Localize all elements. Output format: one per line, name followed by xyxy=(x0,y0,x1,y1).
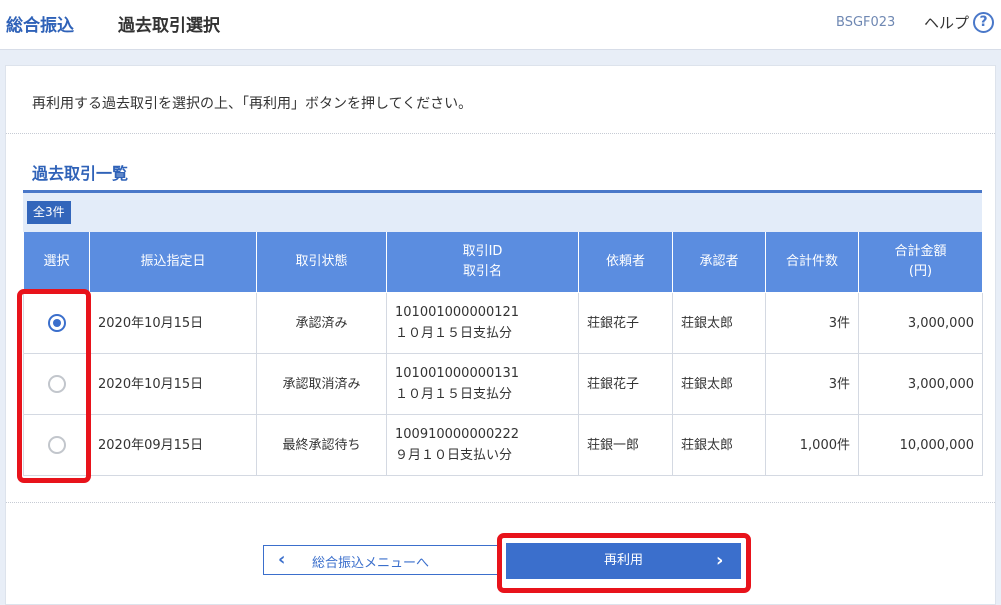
help-link[interactable]: ヘルプ ? xyxy=(924,12,995,33)
total-count-cell: 3件 xyxy=(765,353,859,415)
col-header-tx-id: 取引ID xyxy=(462,244,503,259)
total-amount-cell: 3,000,000 xyxy=(858,292,983,354)
total-amount-cell: 10,000,000 xyxy=(858,414,983,476)
approver-cell: 荘銀太郎 xyxy=(672,414,766,476)
col-header-transfer-date: 振込指定日 xyxy=(89,232,257,293)
count-strip: 全3件 xyxy=(23,193,982,232)
transfer-date-cell: 2020年10月15日 xyxy=(89,292,257,354)
screen-id: BSGF023 xyxy=(836,15,896,30)
table-row[interactable]: 2020年10月15日 承認取消済み 101001000000131 １０月１５… xyxy=(23,353,983,415)
chevron-right-icon: › xyxy=(716,550,724,571)
status-cell: 承認取消済み xyxy=(256,353,387,415)
col-header-transaction: 取引ID 取引名 xyxy=(386,232,579,293)
col-header-requester: 依頼者 xyxy=(578,232,673,293)
col-header-total-count: 合計件数 xyxy=(765,232,859,293)
count-badge: 全3件 xyxy=(27,201,71,224)
requester-cell: 荘銀花子 xyxy=(578,292,673,354)
transaction-cell: 101001000000131 １０月１５日支払分 xyxy=(386,353,579,415)
approver-cell: 荘銀太郎 xyxy=(672,292,766,354)
total-count-cell: 1,000件 xyxy=(765,414,859,476)
tx-id: 100910000000222 xyxy=(395,427,520,442)
col-header-tx-name: 取引名 xyxy=(462,264,502,279)
history-table: 選択 振込指定日 取引状態 取引ID 取引名 依頼者 承認者 合計件数 合計金額… xyxy=(23,232,983,476)
main-panel: 再利用する過去取引を選択の上、「再利用」ボタンを押してください。 過去取引一覧 … xyxy=(5,65,996,605)
col-header-amount-label: 合計金額 xyxy=(894,244,947,259)
requester-cell: 荘銀花子 xyxy=(578,353,673,415)
tx-name: １０月１５日支払分 xyxy=(395,387,513,402)
reuse-button[interactable]: 再利用 › xyxy=(506,543,741,579)
select-cell[interactable] xyxy=(23,292,90,354)
col-header-approver: 承認者 xyxy=(672,232,766,293)
col-header-status: 取引状態 xyxy=(256,232,387,293)
status-cell: 承認済み xyxy=(256,292,387,354)
select-cell[interactable] xyxy=(23,353,90,415)
back-button-label: 総合振込メニューへ xyxy=(312,556,430,571)
total-count-cell: 3件 xyxy=(765,292,859,354)
transfer-date-cell: 2020年09月15日 xyxy=(89,414,257,476)
table-row[interactable]: 2020年09月15日 最終承認待ち 100910000000222 ９月１０日… xyxy=(23,414,983,476)
table-header-row: 選択 振込指定日 取引状態 取引ID 取引名 依頼者 承認者 合計件数 合計金額… xyxy=(23,232,983,293)
tx-id: 101001000000131 xyxy=(395,366,520,381)
top-header: 総合振込 過去取引選択 BSGF023 ヘルプ ? xyxy=(0,0,1001,50)
chevron-left-icon: ‹ xyxy=(278,549,286,570)
select-cell[interactable] xyxy=(23,414,90,476)
instruction-text: 再利用する過去取引を選択の上、「再利用」ボタンを押してください。 xyxy=(32,96,473,112)
row-radio[interactable] xyxy=(47,436,66,454)
col-header-amount-unit: (円) xyxy=(908,264,933,279)
app-title: 総合振込 xyxy=(6,16,74,36)
back-to-menu-button[interactable]: ‹ 総合振込メニューへ xyxy=(263,545,498,575)
row-radio[interactable] xyxy=(47,375,66,393)
approver-cell: 荘銀太郎 xyxy=(672,353,766,415)
requester-cell: 荘銀一郎 xyxy=(578,414,673,476)
total-amount-cell: 3,000,000 xyxy=(858,353,983,415)
page-title: 過去取引選択 xyxy=(118,16,220,36)
col-header-select: 選択 xyxy=(23,232,90,293)
status-cell: 最終承認待ち xyxy=(256,414,387,476)
reuse-button-label: 再利用 xyxy=(603,553,643,568)
question-circle-icon[interactable]: ? xyxy=(973,12,995,33)
divider xyxy=(6,133,995,134)
help-label: ヘルプ xyxy=(924,14,970,32)
table-row[interactable]: 2020年10月15日 承認済み 101001000000121 １０月１５日支… xyxy=(23,292,983,354)
divider xyxy=(6,502,995,503)
col-header-total-amount: 合計金額 (円) xyxy=(858,232,983,293)
section-title: 過去取引一覧 xyxy=(32,164,129,183)
tx-id: 101001000000121 xyxy=(395,305,520,320)
transaction-cell: 101001000000121 １０月１５日支払分 xyxy=(386,292,579,354)
row-radio[interactable] xyxy=(47,314,66,332)
transfer-date-cell: 2020年10月15日 xyxy=(89,353,257,415)
transaction-cell: 100910000000222 ９月１０日支払い分 xyxy=(386,414,579,476)
tx-name: １０月１５日支払分 xyxy=(395,326,513,341)
tx-name: ９月１０日支払い分 xyxy=(395,448,513,463)
